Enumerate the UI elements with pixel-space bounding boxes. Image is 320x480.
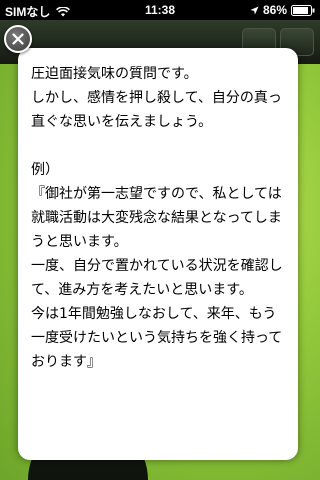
popup-message: 圧迫面接気味の質問です。 しかし、感情を押し殺して、自分の真っ直ぐな思いを伝えま… [31,66,283,370]
battery-icon [291,4,315,16]
close-button[interactable] [4,25,32,53]
popup-card: 圧迫面接気味の質問です。 しかし、感情を押し殺して、自分の真っ直ぐな思いを伝えま… [18,48,298,460]
location-arrow-icon [250,5,259,15]
battery-percent: 86% [262,3,287,17]
status-bar: SIMなし 11:38 86% [0,0,320,20]
close-icon [12,33,24,45]
status-right: 86% [250,3,315,17]
